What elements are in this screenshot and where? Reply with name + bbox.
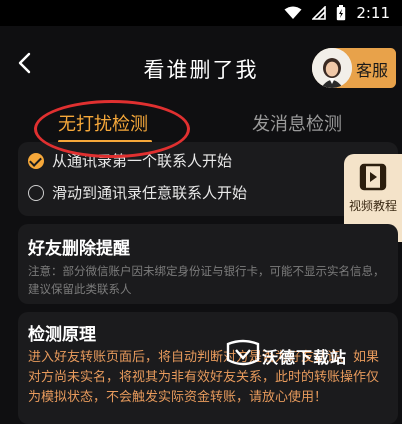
- option-any-contact[interactable]: 滑动到通讯录任意联系人开始: [28, 182, 247, 203]
- reminder-note: 注意：部分微信账户因未绑定身份证与银行卡，可能不显示实名信息，建议保留此类联系人: [28, 264, 385, 296]
- customer-service-button[interactable]: 客服: [312, 48, 396, 88]
- detection-principle-card: 检测原理 进入好友转账页面后，将自动判断对方是否为好友认证。如果对方尚未实名，将…: [18, 312, 398, 424]
- tab-message-detection[interactable]: 发消息检测: [252, 110, 342, 136]
- watermark: 沃德下载站: [262, 348, 348, 367]
- video-tutorial-label: 视频教程: [348, 199, 397, 213]
- watermark-logo-icon: [226, 339, 260, 366]
- principle-title: 检测原理: [28, 325, 96, 345]
- film-icon: [359, 163, 387, 191]
- header: 看谁删了我 客服: [0, 26, 402, 94]
- wifi-icon: [284, 6, 302, 19]
- battery-icon: [337, 5, 346, 21]
- status-bar: 2:11: [0, 0, 402, 26]
- status-icons: 2:11: [284, 4, 390, 22]
- radio-unchecked-icon[interactable]: [28, 184, 44, 201]
- customer-service-label: 客服: [356, 61, 389, 80]
- signal-icon: [312, 6, 327, 20]
- status-time: 2:11: [356, 4, 390, 22]
- annotation-circle: [34, 100, 190, 158]
- reminder-title: 好友删除提醒: [28, 239, 130, 259]
- option-label: 滑动到通讯录任意联系人开始: [52, 184, 248, 202]
- agent-avatar-icon: [312, 48, 352, 88]
- app-screen: 看谁删了我 客服 无打扰检测 发消息检测 从通讯录第一个联系人开始 滑动到通讯录…: [0, 26, 402, 424]
- friend-deletion-reminder-card: 好友删除提醒 注意：部分微信账户因未绑定身份证与银行卡，可能不显示实名信息，建议…: [18, 224, 398, 304]
- radio-checked-icon[interactable]: [28, 152, 44, 169]
- customer-service-avatar: [312, 48, 352, 88]
